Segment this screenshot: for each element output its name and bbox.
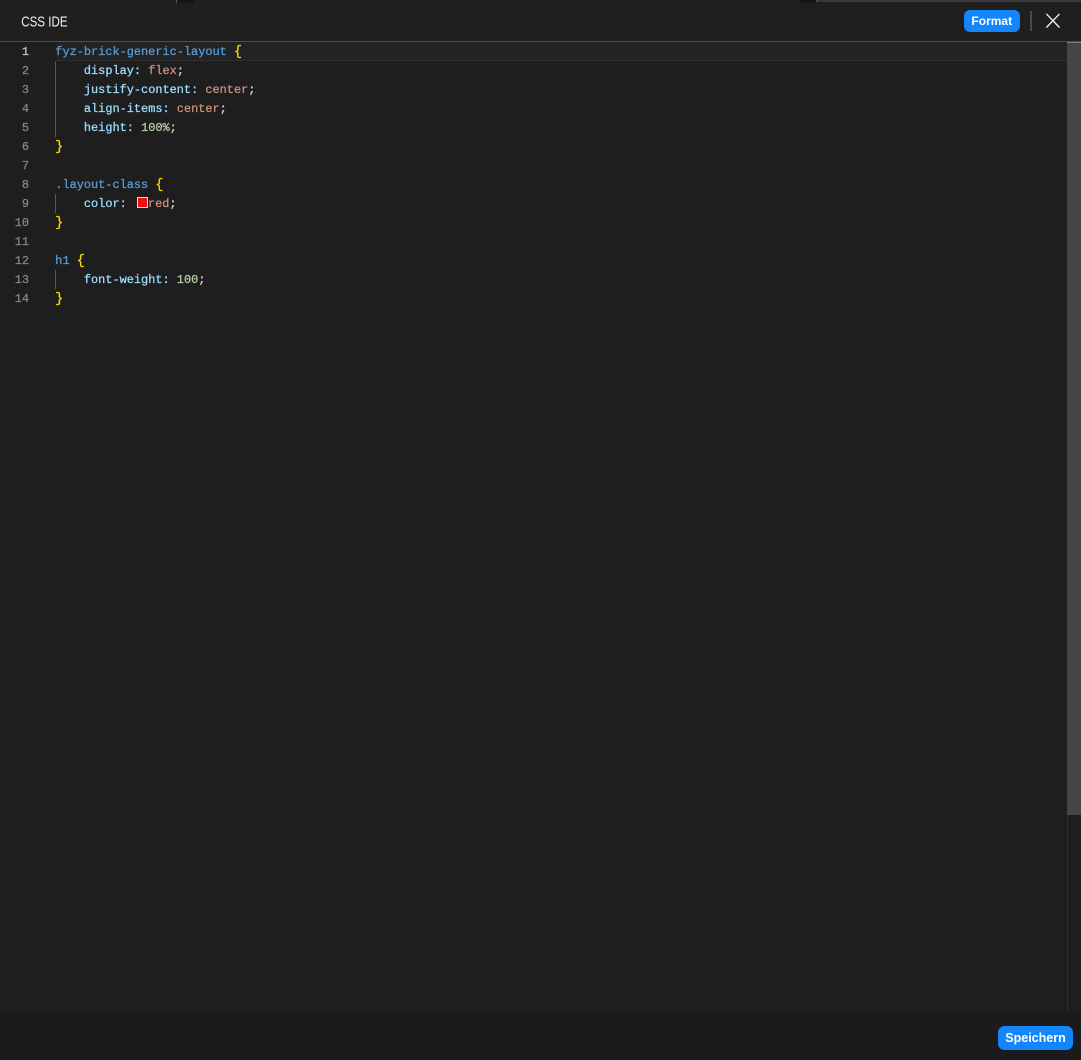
svg-text:CSS IDE: CSS IDE <box>21 15 68 31</box>
